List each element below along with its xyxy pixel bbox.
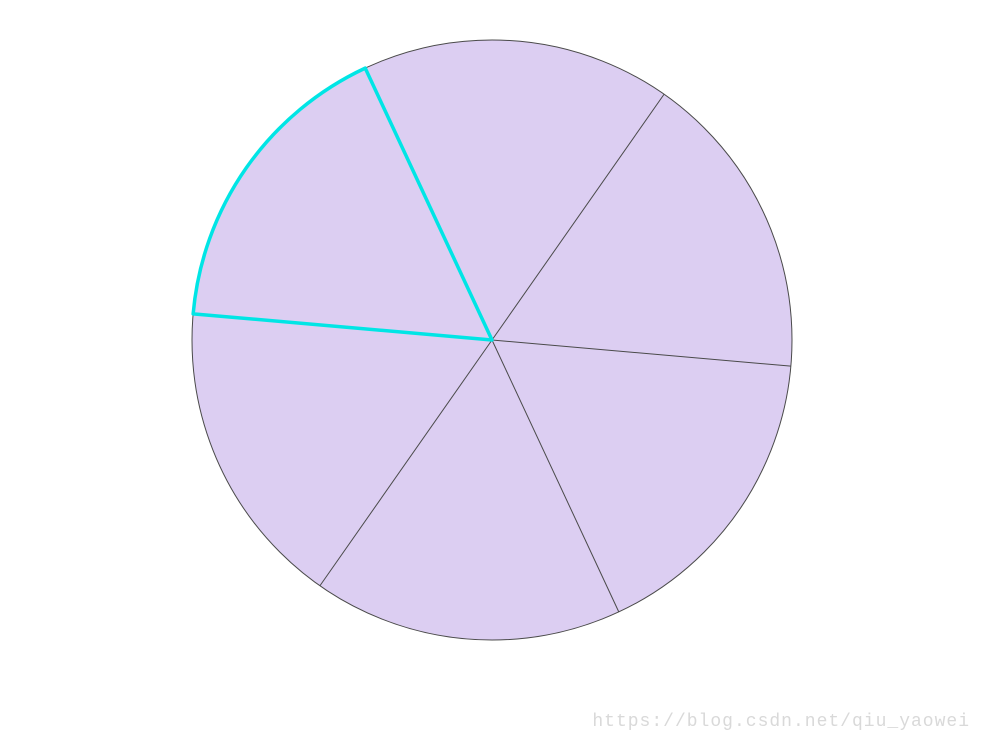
pie-chart (0, 0, 984, 750)
watermark: https://blog.csdn.net/qiu_yaowei (592, 712, 970, 732)
chart-container (0, 0, 984, 750)
